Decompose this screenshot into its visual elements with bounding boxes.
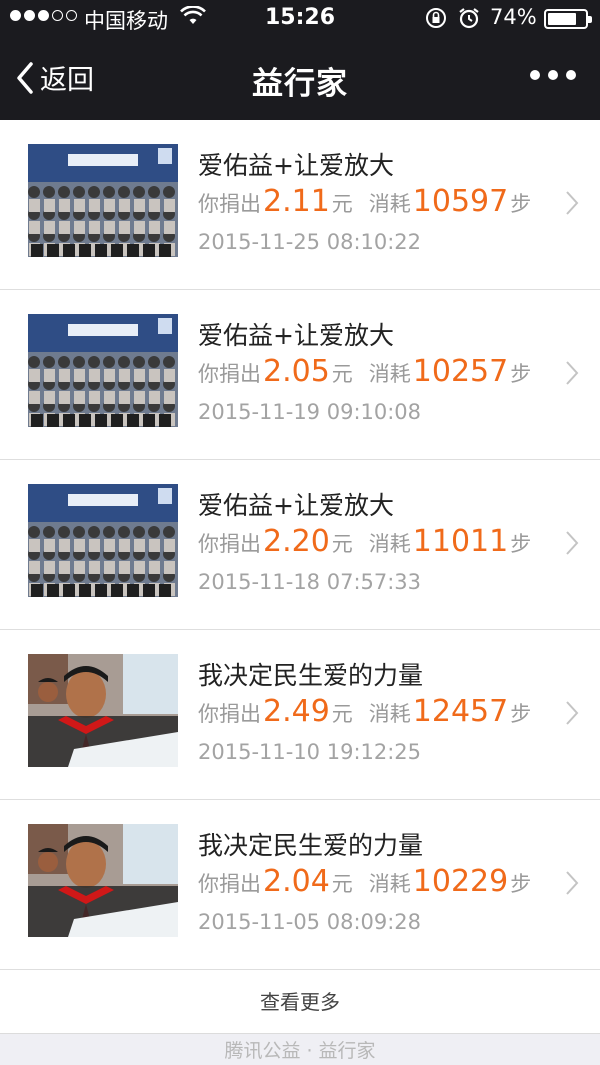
donate-prefix: 你捐出 bbox=[198, 362, 261, 386]
chevron-right-icon bbox=[565, 700, 579, 730]
chevron-right-icon bbox=[565, 190, 579, 220]
consume-prefix: 消耗 bbox=[368, 532, 411, 556]
battery-icon bbox=[544, 9, 592, 29]
currency-unit: 元 bbox=[331, 192, 353, 216]
more-options-icon[interactable] bbox=[530, 70, 576, 80]
project-title: 我决定民生爱的力量 bbox=[198, 661, 424, 690]
project-thumbnail-image bbox=[28, 144, 178, 257]
donate-prefix: 你捐出 bbox=[198, 192, 261, 216]
project-title: 我决定民生爱的力量 bbox=[198, 831, 424, 860]
donation-timestamp: 2015-11-10 19:12:25 bbox=[198, 740, 422, 764]
status-bar: 中国移动 15:26 74% bbox=[0, 0, 600, 38]
alarm-icon bbox=[457, 6, 481, 35]
list-item[interactable]: 爱佑益+让爱放大 你捐出 2.05 元 消耗 10257 步 2015-11-1… bbox=[0, 290, 600, 460]
donate-prefix: 你捐出 bbox=[198, 872, 261, 896]
project-thumbnail-image bbox=[28, 824, 178, 937]
step-unit: 步 bbox=[510, 192, 532, 216]
project-title: 爱佑益+让爱放大 bbox=[198, 151, 394, 180]
consume-prefix: 消耗 bbox=[368, 872, 411, 896]
consume-prefix: 消耗 bbox=[368, 362, 411, 386]
step-unit: 步 bbox=[510, 702, 532, 726]
consume-prefix: 消耗 bbox=[368, 192, 411, 216]
donation-amount: 2.04 bbox=[263, 864, 330, 899]
list-item[interactable]: 爱佑益+让爱放大 你捐出 2.20 元 消耗 11011 步 2015-11-1… bbox=[0, 460, 600, 630]
currency-unit: 元 bbox=[331, 702, 353, 726]
step-unit: 步 bbox=[510, 532, 532, 556]
step-count: 12457 bbox=[412, 694, 509, 729]
donation-summary: 你捐出 2.49 元 消耗 12457 步 bbox=[198, 694, 531, 729]
chevron-right-icon bbox=[565, 360, 579, 390]
currency-unit: 元 bbox=[331, 362, 353, 386]
project-thumbnail-image bbox=[28, 314, 178, 427]
list-item[interactable]: 爱佑益+让爱放大 你捐出 2.11 元 消耗 10597 步 2015-11-2… bbox=[0, 120, 600, 290]
donation-summary: 你捐出 2.04 元 消耗 10229 步 bbox=[198, 864, 531, 899]
consume-prefix: 消耗 bbox=[368, 702, 411, 726]
donate-prefix: 你捐出 bbox=[198, 532, 261, 556]
footer-label: 腾讯公益 · 益行家 bbox=[224, 1040, 376, 1062]
step-unit: 步 bbox=[510, 362, 532, 386]
chevron-right-icon bbox=[565, 870, 579, 900]
project-thumbnail-image bbox=[28, 484, 178, 597]
step-count: 10229 bbox=[412, 864, 509, 899]
step-count: 11011 bbox=[412, 524, 509, 559]
donation-amount: 2.11 bbox=[263, 184, 330, 219]
donation-timestamp: 2015-11-25 08:10:22 bbox=[198, 230, 422, 254]
project-thumbnail-image bbox=[28, 654, 178, 767]
donation-record-list: 爱佑益+让爱放大 你捐出 2.11 元 消耗 10597 步 2015-11-2… bbox=[0, 120, 600, 970]
navigation-bar: 返回 益行家 bbox=[0, 38, 600, 120]
rotation-lock-icon bbox=[424, 6, 448, 35]
donation-amount: 2.05 bbox=[263, 354, 330, 389]
load-more-button[interactable]: 查看更多 bbox=[0, 970, 600, 1034]
donation-summary: 你捐出 2.20 元 消耗 11011 步 bbox=[198, 524, 531, 559]
project-title: 爱佑益+让爱放大 bbox=[198, 491, 394, 520]
step-count: 10257 bbox=[412, 354, 509, 389]
donation-timestamp: 2015-11-19 09:10:08 bbox=[198, 400, 422, 424]
donation-amount: 2.49 bbox=[263, 694, 330, 729]
list-item[interactable]: 我决定民生爱的力量 你捐出 2.04 元 消耗 10229 步 2015-11-… bbox=[0, 800, 600, 970]
step-count: 10597 bbox=[412, 184, 509, 219]
step-unit: 步 bbox=[510, 872, 532, 896]
donation-summary: 你捐出 2.05 元 消耗 10257 步 bbox=[198, 354, 531, 389]
donate-prefix: 你捐出 bbox=[198, 702, 261, 726]
list-item[interactable]: 我决定民生爱的力量 你捐出 2.49 元 消耗 12457 步 2015-11-… bbox=[0, 630, 600, 800]
donation-amount: 2.20 bbox=[263, 524, 330, 559]
donation-summary: 你捐出 2.11 元 消耗 10597 步 bbox=[198, 184, 531, 219]
project-title: 爱佑益+让爱放大 bbox=[198, 321, 394, 350]
donation-timestamp: 2015-11-05 08:09:28 bbox=[198, 910, 422, 934]
page-title: 益行家 bbox=[252, 66, 348, 102]
currency-unit: 元 bbox=[331, 532, 353, 556]
currency-unit: 元 bbox=[331, 872, 353, 896]
top-bar: 中国移动 15:26 74% 返回 益行家 bbox=[0, 0, 600, 120]
battery-percentage: 74% bbox=[490, 5, 537, 29]
chevron-right-icon bbox=[565, 530, 579, 560]
donation-timestamp: 2015-11-18 07:57:33 bbox=[198, 570, 422, 594]
